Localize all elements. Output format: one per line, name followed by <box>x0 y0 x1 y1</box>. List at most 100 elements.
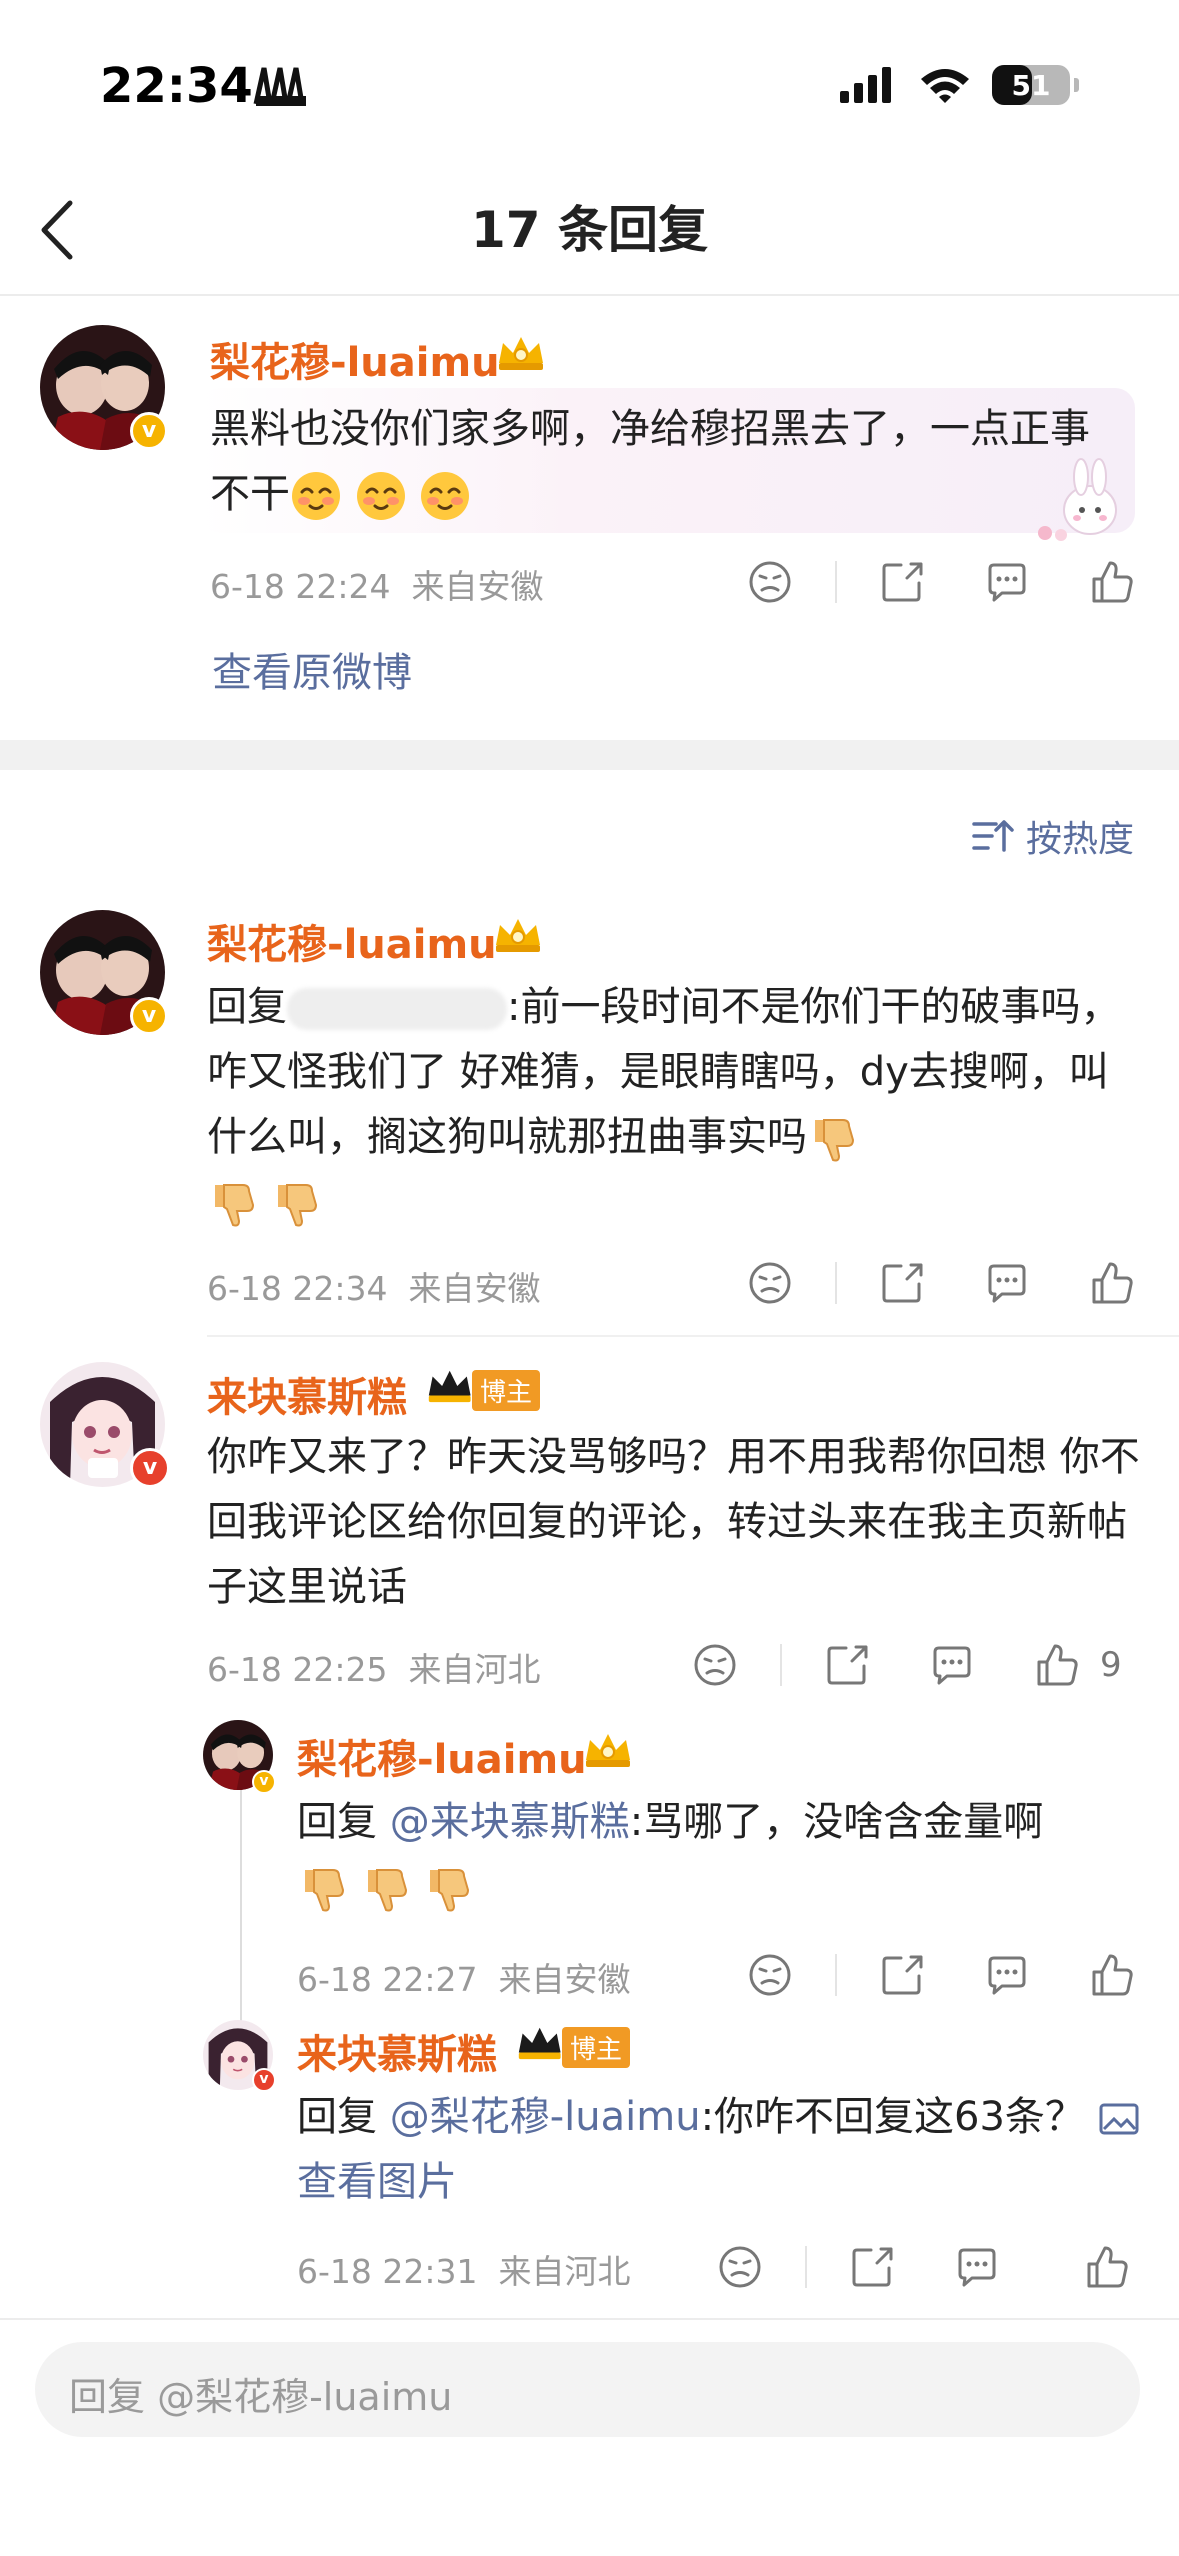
comment-time: 6-18 22:34 <box>207 1269 388 1308</box>
like-icon[interactable] <box>1087 557 1137 607</box>
thumbs-down-emoji <box>814 1119 854 1162</box>
comment-location: 来自河北 <box>498 2252 631 2291</box>
comment-meta: 6-18 22:27 来自安徽 <box>297 1953 630 2001</box>
sort-button[interactable]: 按热度 <box>970 810 1134 862</box>
share-icon[interactable] <box>877 1258 927 1308</box>
action-separator <box>835 1262 837 1304</box>
sort-label: 按热度 <box>1026 819 1135 860</box>
thumbs-down-emoji <box>276 1184 317 1227</box>
header-divider <box>0 294 1179 296</box>
comment-meta: 6-18 22:25 来自河北 <box>207 1643 540 1691</box>
crown-icon <box>498 336 544 371</box>
share-icon[interactable] <box>822 1640 872 1690</box>
reply-prefix: 回复 <box>297 1799 377 1845</box>
thumbs-down-emoji <box>304 1869 344 1912</box>
verified-badge: v <box>130 997 168 1035</box>
dislike-icon[interactable] <box>690 1640 740 1690</box>
action-separator <box>835 1954 837 1996</box>
comment-icon[interactable] <box>982 557 1032 607</box>
status-time: 22:34 <box>100 58 253 114</box>
crown-icon <box>585 1733 631 1768</box>
comment-text: 黑料也没你们家多啊，净给穆招黑去了，一点正事不干 <box>210 397 1110 527</box>
action-separator <box>780 1644 782 1686</box>
comment-body: :骂哪了，没啥含金量啊 <box>629 1799 1044 1845</box>
status-icons: 51 <box>838 60 1079 110</box>
comment-time: 6-18 22:24 <box>210 567 391 606</box>
thread-line <box>240 1782 242 2022</box>
crown-icon <box>428 1370 471 1403</box>
reply-prefix: 回复 <box>297 2094 377 2140</box>
smile-emoji <box>355 470 407 522</box>
reply-input[interactable]: 回复 @梨花穆-luaimu <box>35 2342 1140 2437</box>
comment-actions <box>715 2242 1132 2292</box>
share-icon[interactable] <box>847 2242 897 2292</box>
comment-body: 黑料也没你们家多啊，净给穆招黑去了，一点正事不干 <box>210 406 1090 517</box>
comment-location: 来自安徽 <box>408 1269 541 1308</box>
comment-meta: 6-18 22:34 来自安徽 <box>207 1262 540 1310</box>
bottom-divider <box>0 2318 1179 2320</box>
share-icon[interactable] <box>877 1950 927 2000</box>
like-icon[interactable] <box>1032 1640 1082 1690</box>
comment-icon[interactable] <box>982 1258 1032 1308</box>
username[interactable]: 来块慕斯糕 <box>297 2022 497 2080</box>
mention-link[interactable]: @梨花穆-luaimu <box>390 2094 701 2140</box>
crown-icon <box>518 2027 561 2060</box>
battery-indicator: 51 <box>992 65 1070 105</box>
mention-link[interactable]: @来块慕斯糕 <box>390 1799 630 1845</box>
like-icon[interactable] <box>1087 1950 1137 2000</box>
like-icon[interactable] <box>1082 2242 1132 2292</box>
reply-input-placeholder: 回复 @梨花穆-luaimu <box>69 2375 453 2419</box>
comment-divider <box>207 1335 1179 1337</box>
dislike-icon[interactable] <box>745 1950 795 2000</box>
username[interactable]: 梨花穆-luaimu <box>297 1727 587 1785</box>
action-separator <box>805 2246 807 2288</box>
comment-body: :你咋不回复这63条？ <box>700 2094 1085 2140</box>
comment-text: 回复 @梨花穆-luaimu:你咋不回复这63条？ 查看图片 <box>297 2085 1147 2215</box>
dislike-icon[interactable] <box>745 1258 795 1308</box>
thumbs-down-emoji <box>429 1869 470 1912</box>
comment-location: 来自河北 <box>408 1650 541 1689</box>
comment-time: 6-18 22:25 <box>207 1650 388 1689</box>
comment-location: 来自安徽 <box>411 567 544 606</box>
comment-meta: 6-18 22:24 来自安徽 <box>210 560 543 608</box>
username[interactable]: 来块慕斯糕 <box>207 1365 407 1423</box>
smile-emoji <box>290 470 342 522</box>
comment-actions <box>745 1258 1137 1308</box>
view-original-link[interactable]: 查看原微博 <box>212 640 412 698</box>
status-notification-icon <box>253 67 306 106</box>
host-badge: 博主 <box>472 1370 541 1411</box>
wifi-icon <box>921 69 969 103</box>
verified-badge: v <box>130 412 168 450</box>
comment-location: 来自安徽 <box>498 1960 631 1999</box>
comment-icon[interactable] <box>982 1950 1032 2000</box>
verified-badge: v <box>252 1770 276 1794</box>
like-count: 9 <box>1100 1645 1122 1685</box>
like-icon[interactable] <box>1087 1258 1137 1308</box>
view-image-label: 查看图片 <box>297 2159 457 2205</box>
username[interactable]: 梨花穆-luaimu <box>210 330 500 388</box>
action-separator <box>835 561 837 603</box>
comment-text: 回复 @来块慕斯糕:骂哪了，没啥含金量啊 <box>297 1790 1147 1920</box>
verified-badge: v <box>130 1448 170 1488</box>
comment-time: 6-18 22:31 <box>297 2252 478 2291</box>
sort-icon <box>972 820 1014 852</box>
share-icon[interactable] <box>877 557 927 607</box>
host-badge: 博主 <box>562 2027 631 2068</box>
dislike-icon[interactable] <box>715 2242 765 2292</box>
thumbs-down-emoji <box>214 1184 254 1227</box>
comment-time: 6-18 22:27 <box>297 1960 478 1999</box>
thumbs-down-emoji <box>366 1869 407 1912</box>
comment-icon[interactable] <box>927 1640 977 1690</box>
battery-tip <box>1074 78 1079 92</box>
username[interactable]: 梨花穆-luaimu <box>207 912 497 970</box>
section-divider <box>0 740 1179 770</box>
comment-icon[interactable] <box>952 2242 1002 2292</box>
verified-badge: v <box>252 2068 276 2092</box>
reply-prefix: 回复 <box>207 984 287 1030</box>
signal-icon <box>840 67 891 103</box>
dislike-icon[interactable] <box>745 557 795 607</box>
comment-actions <box>745 557 1137 607</box>
page-title: 17 条回复 <box>471 201 708 259</box>
comment-meta: 6-18 22:31 来自河北 <box>297 2245 630 2293</box>
smile-emoji <box>419 470 471 522</box>
